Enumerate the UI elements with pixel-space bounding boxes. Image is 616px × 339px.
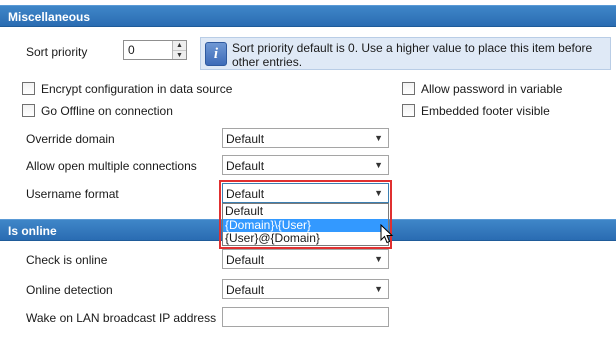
go-offline-checkbox[interactable] (22, 104, 35, 117)
go-offline-label[interactable]: Go Offline on connection (41, 104, 173, 118)
chevron-up-icon[interactable]: ▲ (173, 41, 186, 50)
embedded-footer-label[interactable]: Embedded footer visible (421, 104, 550, 118)
chevron-down-icon[interactable]: ▼ (374, 133, 383, 143)
sort-priority-info-box: i Sort priority default is 0. Use a high… (200, 37, 611, 70)
allow-password-checkbox[interactable] (402, 82, 415, 95)
override-domain-label: Override domain (26, 132, 115, 146)
sort-priority-spinner[interactable]: 0 ▲ ▼ (123, 40, 187, 60)
multiple-connections-select[interactable]: Default ▼ (222, 155, 389, 175)
online-detection-label: Online detection (26, 283, 113, 297)
multiple-connections-value: Default (226, 159, 265, 173)
override-domain-select[interactable]: Default ▼ (222, 128, 389, 148)
sort-priority-info-text: Sort priority default is 0. Use a higher… (232, 41, 593, 69)
info-icon: i (205, 42, 227, 66)
spin-buttons: ▲ ▼ (172, 41, 186, 59)
encrypt-config-label[interactable]: Encrypt configuration in data source (41, 82, 232, 96)
online-detection-select[interactable]: Default ▼ (222, 279, 389, 299)
check-online-label: Check is online (26, 253, 108, 267)
embedded-footer-checkbox[interactable] (402, 104, 415, 117)
wake-on-lan-label: Wake on LAN broadcast IP address (26, 311, 217, 325)
sort-priority-value[interactable]: 0 (128, 43, 135, 57)
chevron-down-icon[interactable]: ▼ (173, 50, 186, 59)
chevron-down-icon[interactable]: ▼ (374, 160, 383, 170)
allow-password-label[interactable]: Allow password in variable (421, 82, 562, 96)
username-format-label: Username format (26, 187, 119, 201)
chevron-down-icon[interactable]: ▼ (374, 284, 383, 294)
online-detection-value: Default (226, 283, 265, 297)
annotation-highlight-box (219, 180, 392, 249)
section-header-miscellaneous: Miscellaneous (0, 5, 616, 27)
chevron-down-icon[interactable]: ▼ (374, 254, 383, 264)
check-online-value: Default (226, 253, 265, 267)
multiple-connections-label: Allow open multiple connections (26, 159, 197, 173)
check-online-select[interactable]: Default ▼ (222, 249, 389, 269)
mouse-pointer-icon (380, 224, 394, 244)
sort-priority-label: Sort priority (26, 45, 88, 59)
wake-on-lan-input[interactable] (222, 307, 389, 327)
override-domain-value: Default (226, 132, 265, 146)
encrypt-config-checkbox[interactable] (22, 82, 35, 95)
